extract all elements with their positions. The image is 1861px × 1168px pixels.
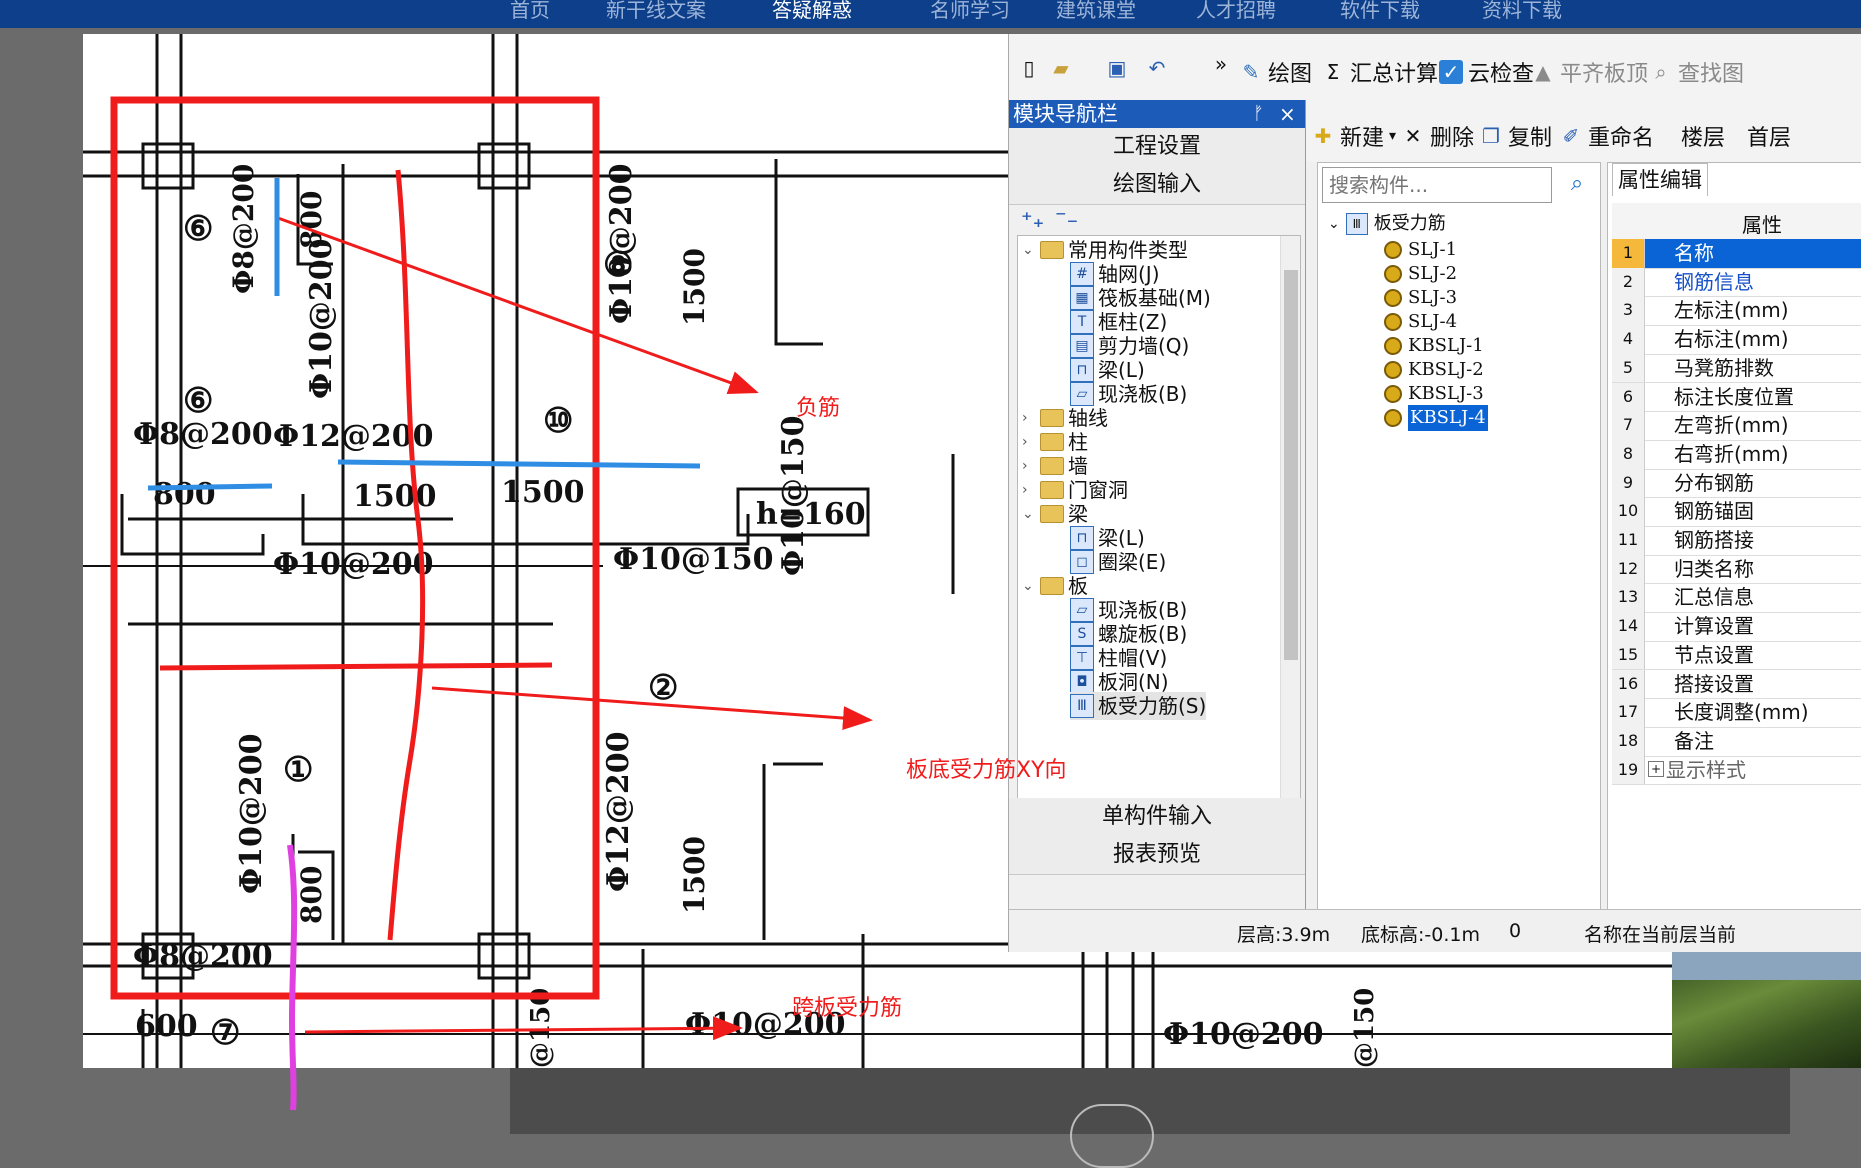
markup-blue-left <box>147 483 273 491</box>
arrow-bottom-rebar <box>431 686 873 731</box>
arrow-span-rebar <box>304 1016 743 1041</box>
markup-horizontal-rebar <box>159 662 553 671</box>
annotation-neg-rebar: 负筋 <box>796 396 841 421</box>
annotation-span-rebar: 跨板受力筋 <box>792 996 903 1021</box>
markup-magenta-line <box>287 844 298 1111</box>
markup-overlay <box>110 96 873 1111</box>
markup-blue-long <box>337 459 701 469</box>
highlight-box <box>110 96 600 1000</box>
annotation-bottom-rebar: 板底受力筋XY向 <box>906 758 1067 783</box>
markup-vertical-rebar <box>387 169 426 941</box>
arrow-neg-rebar <box>277 216 759 395</box>
